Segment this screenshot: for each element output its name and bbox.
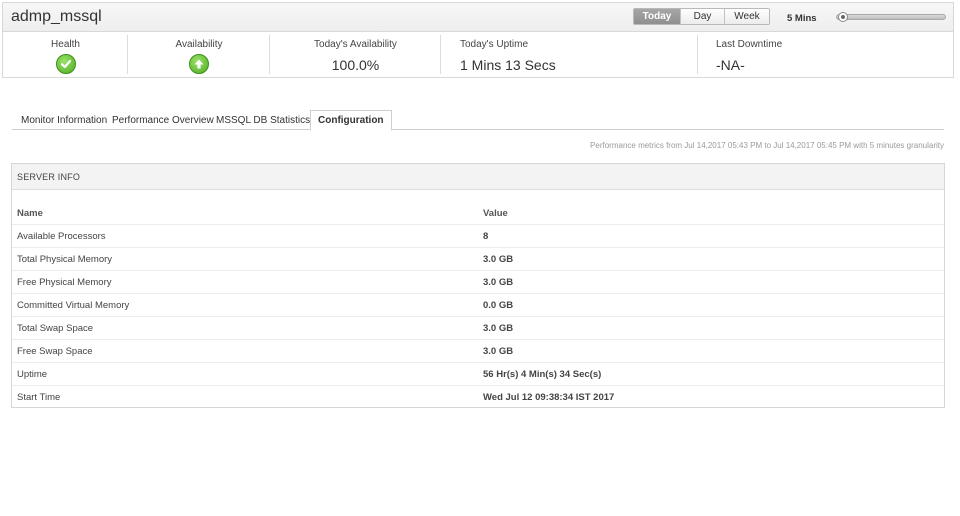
interval-label: 5 Mins xyxy=(787,13,817,24)
table-row: Committed Virtual Memory 0.0 GB xyxy=(12,294,944,317)
interval-slider[interactable] xyxy=(836,12,946,22)
health-label: Health xyxy=(51,39,80,50)
row-value: 0.0 GB xyxy=(483,299,514,311)
server-info-panel: SERVER INFO Name Value Available Process… xyxy=(11,163,945,408)
health-cell: Health xyxy=(3,32,128,77)
todays-uptime-value: 1 Mins 13 Secs xyxy=(460,57,556,73)
availability-cell: Availability xyxy=(128,32,270,77)
table-row: Total Physical Memory 3.0 GB xyxy=(12,248,944,271)
row-value: 3.0 GB xyxy=(483,322,514,334)
granularity-text: Performance metrics from Jul 14,2017 05:… xyxy=(590,141,944,150)
row-value: 3.0 GB xyxy=(483,345,514,357)
row-name: Available Processors xyxy=(17,230,106,242)
row-name: Free Physical Memory xyxy=(17,276,112,288)
check-icon xyxy=(55,54,76,74)
todays-uptime-cell: Today's Uptime 1 Mins 13 Secs xyxy=(441,32,698,77)
row-value: 56 Hr(s) 4 Min(s) 34 Sec(s) xyxy=(483,368,602,380)
row-name: Total Swap Space xyxy=(17,322,94,334)
availability-label: Availability xyxy=(175,39,223,50)
row-value: 8 xyxy=(483,230,489,242)
monitor-header: admp_mssql Today Day Week 5 Mins xyxy=(2,2,954,31)
monitor-title: admp_mssql xyxy=(11,8,102,25)
last-downtime-label: Last Downtime xyxy=(716,39,783,50)
server-info-table: Name Value Available Processors 8 Total … xyxy=(12,202,944,409)
todays-availability-value: 100.0% xyxy=(331,57,380,73)
table-row: Uptime 56 Hr(s) 4 Min(s) 34 Sec(s) xyxy=(12,363,944,386)
column-header-name: Name xyxy=(17,207,43,219)
period-selector: Today Day Week xyxy=(633,8,770,25)
row-name: Uptime xyxy=(17,368,48,380)
column-header-value: Value xyxy=(483,207,508,219)
todays-availability-cell: Today's Availability 100.0% xyxy=(270,32,441,77)
slider-track[interactable] xyxy=(836,14,946,20)
tab-monitor-information[interactable]: Monitor Information xyxy=(14,110,114,130)
slider-handle[interactable] xyxy=(838,12,848,22)
table-row: Start Time Wed Jul 12 09:38:34 IST 2017 xyxy=(12,386,944,409)
table-row: Available Processors 8 xyxy=(12,225,944,248)
table-row: Total Swap Space 3.0 GB xyxy=(12,317,944,340)
todays-availability-label: Today's Availability xyxy=(314,39,397,50)
tab-performance-overview[interactable]: Performance Overview xyxy=(105,110,221,130)
table-header-row: Name Value xyxy=(12,202,944,225)
row-name: Free Swap Space xyxy=(17,345,93,357)
last-downtime-cell: Last Downtime -NA- xyxy=(698,32,953,77)
tab-configuration[interactable]: Configuration xyxy=(310,110,392,131)
row-name: Start Time xyxy=(17,392,61,403)
server-info-title: SERVER INFO xyxy=(12,164,944,190)
row-name: Total Physical Memory xyxy=(17,253,113,265)
summary-bar: Health Availability Today's Availability… xyxy=(2,31,954,78)
table-row: Free Swap Space 3.0 GB xyxy=(12,340,944,363)
todays-uptime-label: Today's Uptime xyxy=(460,39,529,50)
row-value: 3.0 GB xyxy=(483,276,514,288)
tab-bar: Monitor Information Performance Overview… xyxy=(12,110,944,131)
up-arrow-icon xyxy=(189,54,209,74)
table-row: Free Physical Memory 3.0 GB xyxy=(12,271,944,294)
period-week-button[interactable]: Week xyxy=(725,9,769,24)
last-downtime-value: -NA- xyxy=(716,57,745,73)
period-today-button[interactable]: Today xyxy=(634,9,681,24)
row-value: Wed Jul 12 09:38:34 IST 2017 xyxy=(483,392,615,403)
period-day-button[interactable]: Day xyxy=(681,9,725,24)
row-name: Committed Virtual Memory xyxy=(17,299,130,311)
tab-mssql-db-statistics[interactable]: MSSQL DB Statistics xyxy=(209,110,317,130)
row-value: 3.0 GB xyxy=(483,253,514,265)
